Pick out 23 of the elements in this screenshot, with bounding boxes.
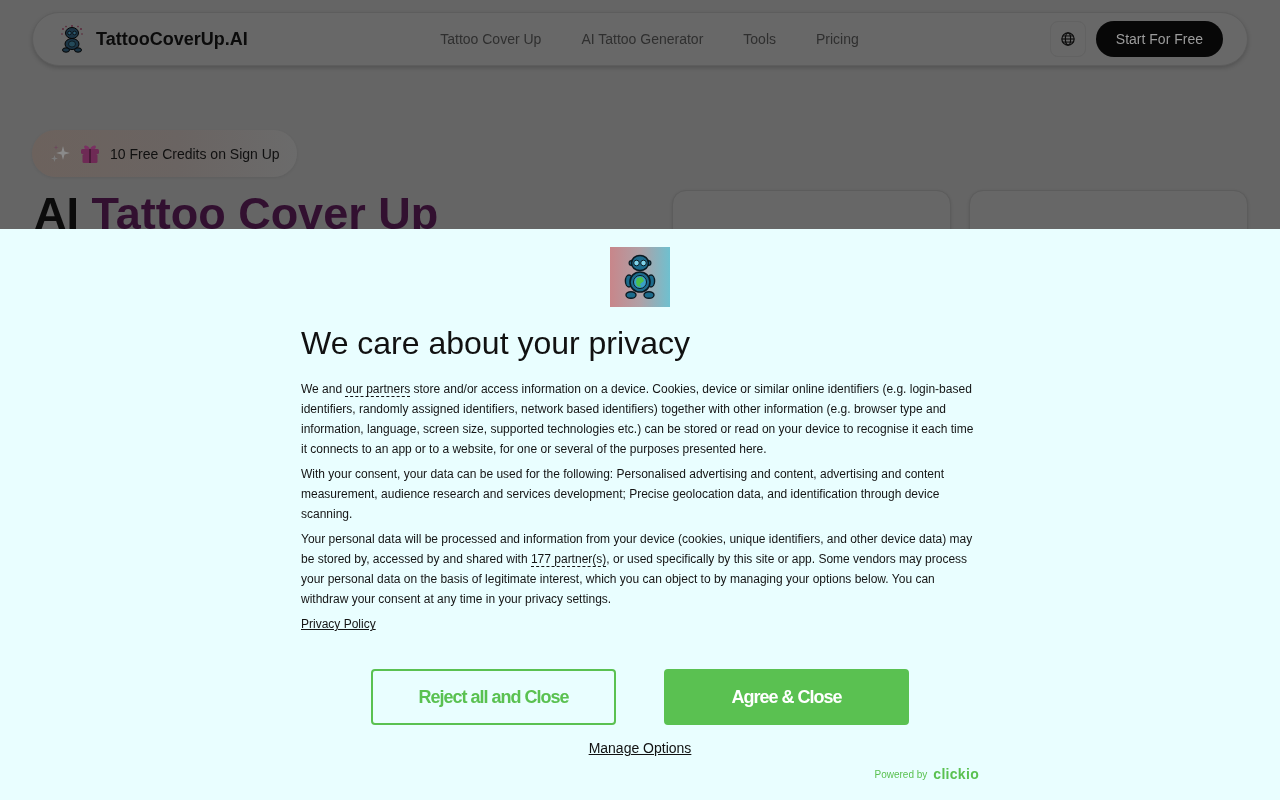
- consent-title: We care about your privacy: [301, 324, 691, 363]
- nav-link[interactable]: Tattoo Cover Up: [440, 31, 542, 47]
- reject-button[interactable]: Reject all and Close: [371, 669, 616, 726]
- badge-text: 10 Free Credits on Sign Up: [110, 145, 280, 162]
- nav-link[interactable]: AI Tattoo Generator: [581, 31, 704, 47]
- manage-options-link[interactable]: Manage Options: [588, 738, 692, 759]
- gift-icon: [80, 143, 100, 164]
- robot-logo-icon: [610, 247, 670, 307]
- nav-link[interactable]: Pricing: [816, 31, 859, 47]
- consent-paragraph: Your personal data will be processed and information from your device (cookies, unique identifiers, and other device data) may be stored by, accessed by and shared with 177 partner(s), or used specifically by this site or app. Some vendors may process your personal data on the basis of legitimate interest, which you can object to by managing your options below. You can withdraw your consent at any time in your privacy settings.: [301, 531, 974, 609]
- consent-paragraph: We and our partners store and/or access information on a device. Cookies, device or similar online identifiers (e.g. login-based identifiers, randomly assigned identifiers, network based identifiers) together with other information (e.g. browser type and information, language, screen size, supported technologies etc.) can be stored or read on your device to recognise it each time it connects to an app or to a website, for one or several of the purposes presented here.: [301, 381, 975, 459]
- agree-button[interactable]: Agree & Close: [664, 669, 909, 726]
- nav-link[interactable]: Tools: [743, 31, 776, 47]
- partners-link[interactable]: our partners: [345, 382, 411, 398]
- powered-by-text: Powered by: [874, 768, 928, 780]
- privacy-policy-link[interactable]: Privacy Policy: [301, 617, 376, 632]
- robot-icon: [60, 25, 84, 53]
- start-button[interactable]: Start For Free: [1095, 21, 1223, 57]
- brand-link[interactable]: TattooCoverUp.AI: [60, 25, 248, 53]
- globe-icon: [1060, 32, 1075, 46]
- vendor-logo[interactable]: clickio: [933, 766, 979, 783]
- language-button[interactable]: [1049, 21, 1086, 57]
- consent-paragraph: With your consent, your data can be used for the following: Personalised advertising and content, advertising and content measurement, audience research and services development; Precise geolocation data, and identification through device scanning.: [301, 466, 946, 524]
